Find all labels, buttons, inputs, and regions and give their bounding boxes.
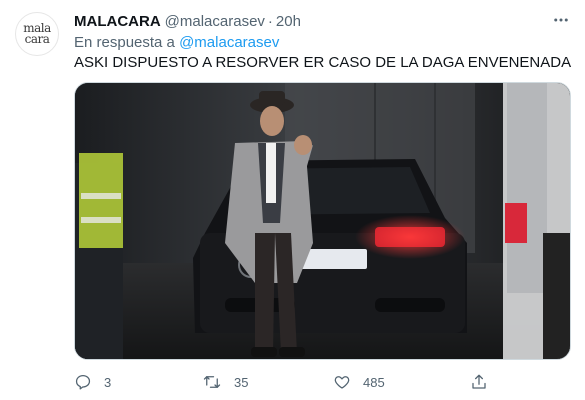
author-handle[interactable]: @malacarasev <box>165 13 265 30</box>
retweet-count: 35 <box>234 374 249 390</box>
reply-prefix: En respuesta a <box>74 34 175 51</box>
reply-mention-link[interactable]: @malacarasev <box>179 34 279 51</box>
avatar-text-bottom: cara <box>24 32 50 46</box>
more-options-button[interactable] <box>549 8 573 32</box>
share-button[interactable] <box>470 370 488 394</box>
like-count: 485 <box>363 374 385 390</box>
avatar[interactable]: mala cara <box>15 12 59 56</box>
tweet-actions: 3 35 485 <box>74 370 571 394</box>
reply-context: En respuesta a @malacarasev <box>74 34 279 51</box>
like-icon <box>334 376 350 389</box>
reply-icon <box>75 374 91 390</box>
tweet-timestamp[interactable]: 20h <box>276 13 301 30</box>
reply-button[interactable]: 3 <box>74 370 111 394</box>
tweet-header: MALACARA @malacarasev · 20h <box>74 11 301 31</box>
separator-dot: · <box>267 12 273 30</box>
share-icon <box>472 374 486 389</box>
retweet-button[interactable]: 35 <box>202 370 248 394</box>
tweet-text: ASKI DISPUESTO A RESORVER ER CASO DE LA … <box>74 54 572 71</box>
more-icon <box>554 18 568 22</box>
tweet-media-photo[interactable] <box>74 82 571 360</box>
author-display-name[interactable]: MALACARA <box>74 13 161 30</box>
tweet-card[interactable]: mala cara MALACARA @malacarasev · 20h En… <box>0 0 585 400</box>
retweet-icon <box>203 376 221 388</box>
reply-count: 3 <box>104 374 112 390</box>
like-button[interactable]: 485 <box>333 370 385 394</box>
photo-image <box>75 83 570 359</box>
